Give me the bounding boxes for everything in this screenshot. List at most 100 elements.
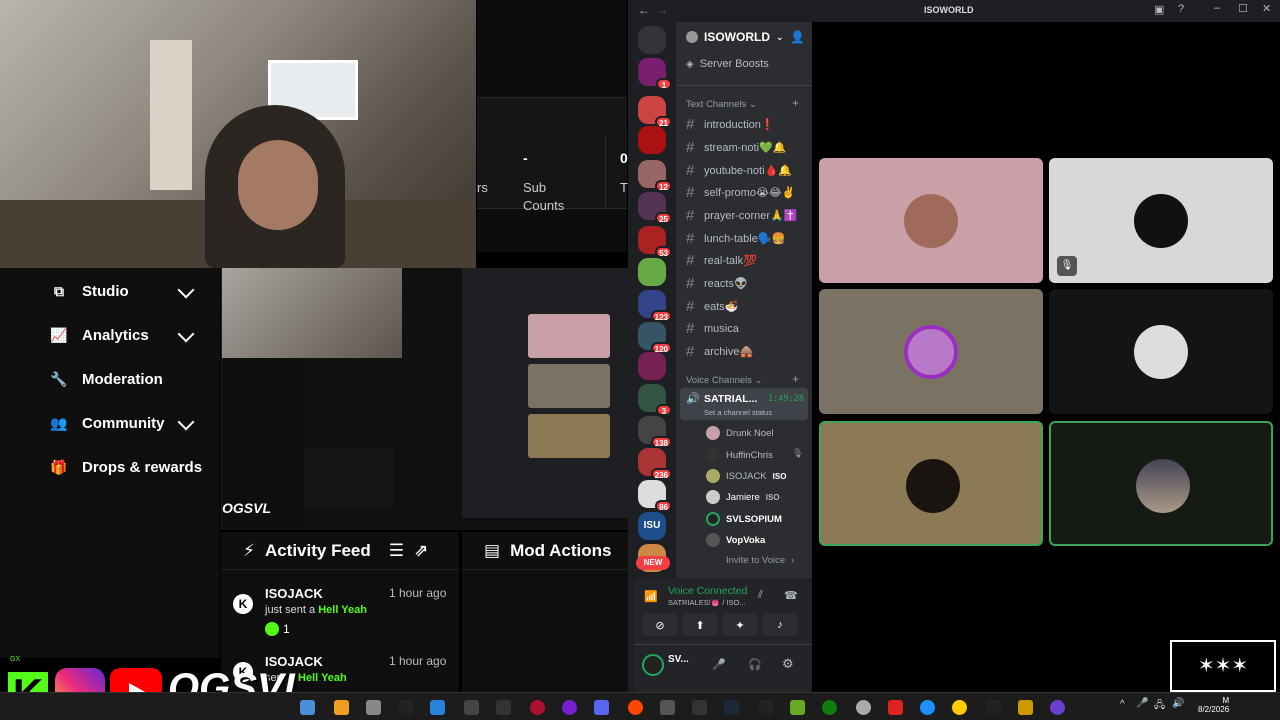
server-icon[interactable]: 236	[638, 448, 672, 480]
channel-reacts[interactable]: # reacts👽	[686, 275, 748, 292]
voice-status[interactable]: Set a channel status	[704, 408, 772, 417]
server-icon[interactable]: 86	[638, 480, 672, 512]
app-icon[interactable]	[1018, 700, 1033, 715]
add-channel-icon[interactable]: +	[792, 372, 799, 386]
channel-real-talk[interactable]: # real-talk💯	[686, 252, 757, 269]
minimize-icon[interactable]: –	[1214, 2, 1220, 14]
voice-user[interactable]: VopVoka	[706, 533, 765, 547]
app-icon[interactable]	[790, 700, 805, 715]
apple-icon[interactable]	[856, 700, 871, 715]
channel-stream-noti[interactable]: # stream-noti💚🔔	[686, 139, 786, 156]
participant-tile[interactable]	[819, 289, 1043, 414]
app-icon[interactable]	[430, 700, 445, 715]
channel-introduction[interactable]: # introduction❗	[686, 116, 775, 133]
app-icon[interactable]	[692, 700, 707, 715]
epic-icon[interactable]	[758, 700, 773, 715]
channel-eats[interactable]: # eats🍜	[686, 298, 739, 315]
files-icon[interactable]	[334, 700, 349, 715]
voice-user[interactable]: Jamiere ISO	[706, 490, 780, 504]
text-channels-category[interactable]: Text Channels ⌄	[686, 99, 757, 110]
user-name[interactable]: SV...	[668, 654, 689, 665]
voice-connected-label[interactable]: Voice Connected	[668, 585, 747, 597]
chevron-down-icon[interactable]	[177, 281, 195, 299]
voice-user[interactable]: Drunk Noel	[706, 426, 774, 440]
server-header[interactable]: ISOWORLD ⌄	[686, 30, 784, 44]
tiktok-icon[interactable]	[398, 700, 413, 715]
channel-youtube-noti[interactable]: # youtube-noti🩸🔔	[686, 162, 792, 179]
disconnect-icon[interactable]: ☎	[784, 589, 798, 602]
server-icon[interactable]: 12	[638, 160, 672, 192]
server-icon[interactable]: 123	[638, 290, 672, 322]
microphone-icon[interactable]: 🎤	[712, 658, 726, 671]
steam-icon[interactable]	[724, 700, 739, 715]
app-icon[interactable]	[1050, 700, 1065, 715]
maximize-icon[interactable]: ☐	[1238, 2, 1248, 15]
sidebar-item-analytics[interactable]: 📈 Analytics	[50, 320, 148, 350]
activities-button[interactable]: ✦	[722, 614, 758, 636]
filter-icon[interactable]: ☰	[389, 541, 404, 561]
participant-tile[interactable]	[1049, 289, 1273, 414]
channel-prayer-corner[interactable]: # prayer-corner🙏✝️	[686, 207, 797, 224]
channel-lunch-table[interactable]: # lunch-table🗣️🍔	[686, 230, 785, 247]
sidebar-item-studio[interactable]: ⧉ Studio	[50, 276, 129, 306]
network-icon[interactable]: 🖧	[1154, 698, 1165, 715]
participant-tile[interactable]	[819, 158, 1043, 283]
server-icon[interactable]: 1	[638, 58, 672, 90]
obs-icon[interactable]	[530, 700, 545, 715]
forward-arrow-icon[interactable]: →	[656, 3, 668, 17]
camera-button[interactable]: ⊘	[642, 614, 678, 636]
chevron-down-icon[interactable]	[177, 413, 195, 431]
mic-tray-icon[interactable]: 🎤	[1136, 698, 1148, 709]
participant-tile[interactable]	[819, 421, 1043, 546]
app-icon[interactable]	[660, 700, 675, 715]
voice-user[interactable]: ISOJACK ISO	[706, 469, 786, 483]
discord-icon[interactable]	[594, 700, 609, 715]
server-boosts-item[interactable]: ◈ Server Boosts	[686, 58, 769, 70]
participant-tile[interactable]	[1049, 421, 1273, 546]
gear-icon[interactable]: ⚙	[782, 656, 794, 672]
noise-suppression-icon[interactable]: ⫽	[758, 589, 763, 602]
volume-icon[interactable]: 🔊	[1172, 698, 1184, 709]
voice-channels-category[interactable]: Voice Channels ⌄	[686, 375, 763, 386]
channel-archive[interactable]: # archive🛖	[686, 343, 753, 360]
close-icon[interactable]: ✕	[1262, 2, 1271, 15]
app-icon[interactable]	[562, 700, 577, 715]
soundboard-button[interactable]: ♪	[762, 614, 798, 636]
server-icon[interactable]	[638, 258, 666, 286]
taskbar-clock[interactable]: M 8/2/2026	[1198, 696, 1229, 714]
server-icon[interactable]	[638, 352, 666, 380]
reddit-icon[interactable]	[628, 700, 643, 715]
chrome-icon[interactable]	[952, 700, 967, 715]
app-icon[interactable]	[888, 700, 903, 715]
back-arrow-icon[interactable]: ←	[638, 3, 650, 17]
server-icon[interactable]	[638, 126, 666, 154]
popout-icon[interactable]: ⇗	[414, 541, 428, 561]
chevron-down-icon[interactable]	[177, 325, 195, 343]
discord-home-icon[interactable]	[638, 26, 666, 54]
server-icon[interactable]: ISU	[638, 512, 666, 540]
app-icon[interactable]	[464, 700, 479, 715]
add-member-icon[interactable]: 👤	[790, 30, 805, 44]
voice-user[interactable]: SVLSOPIUM	[706, 512, 782, 526]
voice-user[interactable]: HuffinChris	[706, 448, 773, 462]
server-icon[interactable]: 53	[638, 226, 672, 258]
voice-channel-active[interactable]: 🔊 SATRIAL... 1:49:28 Set a channel statu…	[680, 388, 808, 420]
participant-tile[interactable]: 🎙	[1049, 158, 1273, 283]
shield-icon[interactable]	[366, 700, 381, 715]
outlook-icon[interactable]	[300, 700, 315, 715]
server-icon[interactable]: 25	[638, 192, 672, 224]
server-icon[interactable]: 21	[638, 96, 672, 128]
terminal-icon[interactable]	[986, 700, 1001, 715]
server-icon[interactable]: 3	[638, 384, 672, 416]
headphones-icon[interactable]: 🎧	[748, 658, 762, 671]
invite-to-voice[interactable]: Invite to Voice ›	[726, 555, 794, 566]
avatar[interactable]	[642, 654, 664, 676]
server-icon[interactable]: 120	[638, 322, 672, 354]
channel-self-promo[interactable]: # self-promo😭😂✌️	[686, 184, 795, 201]
help-icon[interactable]: ?	[1178, 3, 1184, 15]
tray-chevron-icon[interactable]: ^	[1120, 699, 1125, 710]
server-icon[interactable]: 138	[638, 416, 672, 448]
add-channel-icon[interactable]: +	[792, 96, 799, 110]
edge-icon[interactable]	[920, 700, 935, 715]
inbox-icon[interactable]: ▣	[1154, 3, 1164, 16]
